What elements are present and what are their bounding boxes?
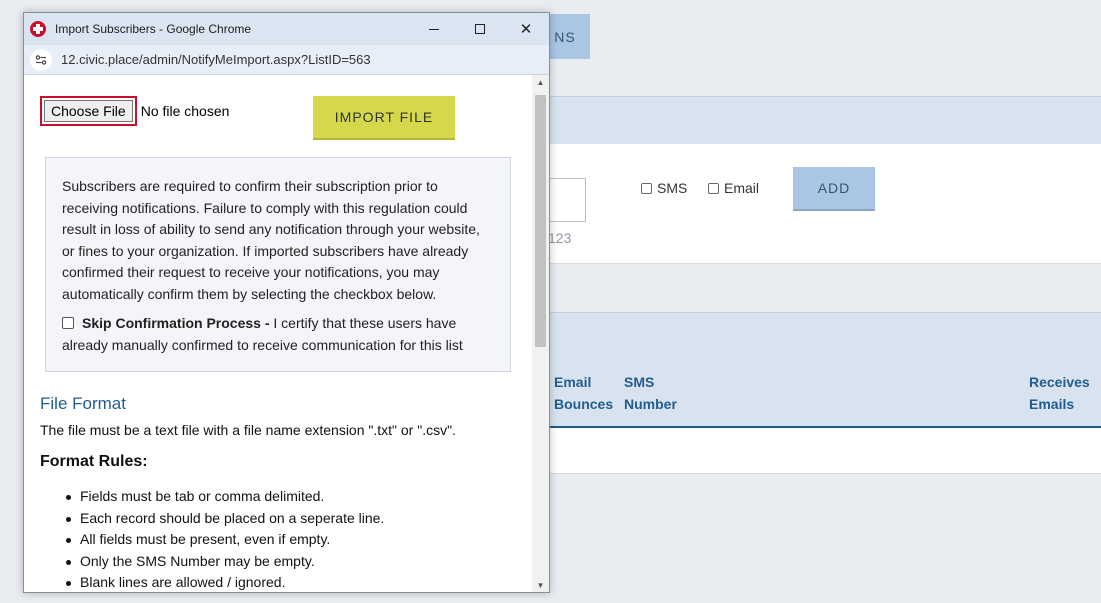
- background-sms-checkbox[interactable]: SMS: [641, 180, 687, 196]
- column-sms-number-line1: SMS: [624, 374, 655, 390]
- close-button[interactable]: ✕: [503, 13, 549, 45]
- no-file-chosen-text: No file chosen: [140, 103, 230, 119]
- column-email-bounces-line1: Email: [554, 374, 592, 390]
- background-email-label: Email: [724, 180, 760, 196]
- column-email-bounces-line2: Bounces: [554, 396, 614, 412]
- civicplus-logo-icon: [30, 21, 46, 37]
- list-item: Fields must be tab or comma delimited.: [40, 486, 384, 508]
- close-icon: ✕: [519, 21, 533, 38]
- maximize-icon: [475, 24, 485, 34]
- skip-confirmation-label[interactable]: Skip Confirmation Process -: [82, 315, 269, 331]
- file-format-description: The file must be a text file with a file…: [40, 422, 456, 438]
- list-item: Each record should be placed on a sepera…: [40, 508, 384, 530]
- scroll-thumb[interactable]: [535, 95, 546, 347]
- format-rules-list: Fields must be tab or comma delimited. E…: [40, 486, 384, 592]
- column-receives-emails[interactable]: Receives Emails: [1029, 371, 1090, 415]
- site-settings-icon[interactable]: [30, 48, 52, 71]
- column-receives-emails-line2: Emails: [1029, 396, 1075, 412]
- background-header-band: [548, 96, 1101, 144]
- import-file-label: IMPORT FILE: [334, 109, 434, 125]
- background-add-subscriber-form: 123 SMS Email ADD: [548, 144, 1101, 264]
- window-title: Import Subscribers - Google Chrome: [55, 22, 252, 36]
- address-bar[interactable]: 12.civic.place/admin/NotifyMeImport.aspx…: [24, 45, 549, 75]
- column-sms-number[interactable]: SMS Number: [624, 371, 677, 415]
- format-rules-heading: Format Rules:: [40, 453, 148, 470]
- maximize-button[interactable]: [457, 13, 503, 45]
- skip-confirmation-row: Skip Confirmation Process - I certify th…: [62, 313, 494, 356]
- confirmation-notice: Subscribers are required to confirm thei…: [45, 157, 511, 372]
- list-item: Only the SMS Number may be empty.: [40, 551, 384, 573]
- import-file-button[interactable]: IMPORT FILE: [313, 96, 455, 140]
- vertical-scrollbar[interactable]: ▲ ▼: [532, 75, 549, 592]
- background-sms-label: SMS: [657, 180, 688, 196]
- list-item: All fields must be present, even if empt…: [40, 529, 384, 551]
- email-checkbox-icon[interactable]: [708, 182, 719, 194]
- url-text[interactable]: 12.civic.place/admin/NotifyMeImport.aspx…: [61, 52, 371, 67]
- sms-checkbox-icon[interactable]: [641, 182, 652, 194]
- import-subscribers-window: Import Subscribers - Google Chrome ✕ 12.…: [23, 12, 550, 593]
- notice-text: Subscribers are required to confirm thei…: [62, 178, 480, 302]
- file-input-row: Choose File No file chosen: [40, 96, 229, 126]
- column-sms-number-line2: Number: [624, 396, 677, 412]
- file-format-heading: File Format: [40, 394, 126, 413]
- background-table-row: [548, 428, 1101, 474]
- choose-file-highlight: Choose File: [40, 96, 137, 126]
- background-input-hint: 123: [548, 230, 572, 246]
- background-input-field[interactable]: [548, 178, 586, 222]
- background-table-header: Email Bounces SMS Number Receives Emails: [548, 312, 1101, 428]
- background-email-checkbox[interactable]: Email: [708, 180, 759, 196]
- minimize-button[interactable]: [411, 13, 457, 45]
- list-item: Blank lines are allowed / ignored.: [40, 572, 384, 592]
- minimize-icon: [429, 28, 439, 30]
- background-add-label: ADD: [817, 180, 851, 196]
- background-add-button[interactable]: ADD: [793, 167, 875, 211]
- column-email-bounces[interactable]: Email Bounces: [554, 371, 613, 415]
- window-titlebar[interactable]: Import Subscribers - Google Chrome ✕: [24, 13, 549, 45]
- popup-content: Choose File No file chosen IMPORT FILE S…: [24, 75, 534, 592]
- scroll-down-icon[interactable]: ▼: [532, 578, 549, 592]
- scroll-up-icon[interactable]: ▲: [532, 75, 549, 89]
- background-top-button-label: NS: [554, 28, 576, 45]
- skip-confirmation-checkbox[interactable]: [62, 317, 74, 329]
- choose-file-button[interactable]: Choose File: [44, 100, 133, 122]
- column-receives-emails-line1: Receives: [1029, 374, 1090, 390]
